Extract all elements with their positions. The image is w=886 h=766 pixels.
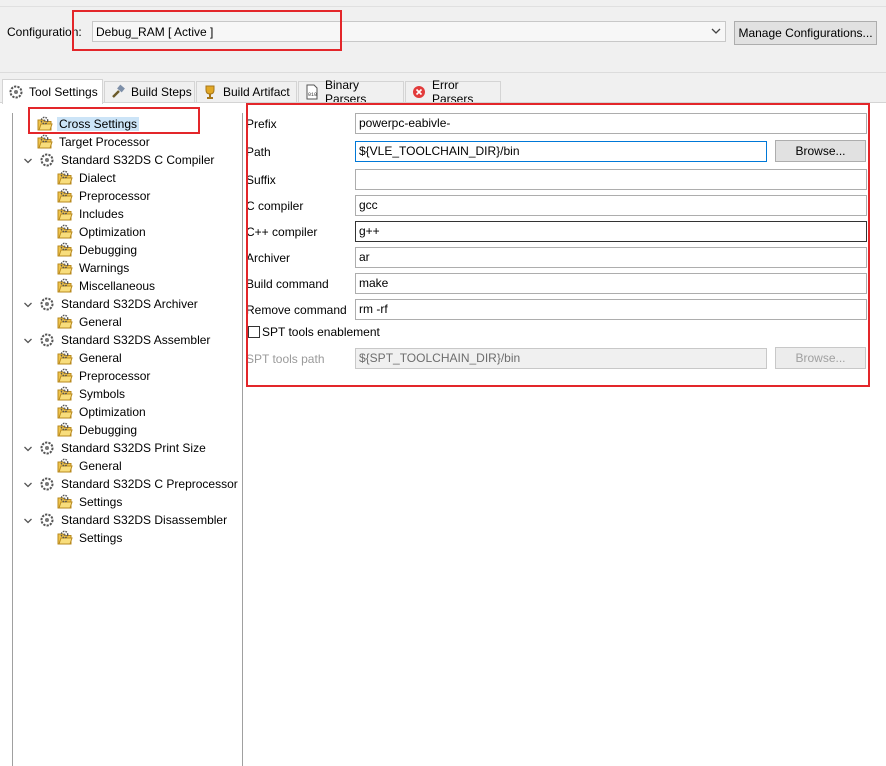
settings-folder-icon: [57, 350, 73, 366]
chevron-down-icon[interactable]: [23, 515, 33, 525]
tree-item[interactable]: Debugging: [57, 241, 139, 259]
tree-item-label: General: [79, 459, 122, 473]
tree-item[interactable]: Standard S32DS Print Size: [23, 439, 208, 457]
tab-label: Build Artifact: [223, 85, 290, 99]
tree-item[interactable]: Dialect: [57, 169, 118, 187]
tree-item-label: Standard S32DS Disassembler: [61, 513, 228, 527]
settings-folder-icon: [57, 530, 73, 546]
tree-item-label: Debugging: [79, 423, 138, 437]
settings-folder-icon: [57, 278, 73, 294]
chevron-down-icon[interactable]: [23, 155, 33, 165]
tab-build-steps[interactable]: Build Steps: [104, 81, 195, 102]
tab-build-artifact[interactable]: Build Artifact: [196, 81, 297, 102]
chevron-down-icon[interactable]: [23, 335, 33, 345]
tree-item[interactable]: Standard S32DS C Preprocessor: [23, 475, 240, 493]
tree-item-label: General: [79, 351, 122, 365]
settings-folder-icon: [57, 188, 73, 204]
tree-item-label: Standard S32DS C Compiler: [61, 153, 215, 167]
tree-item-label: Preprocessor: [79, 189, 151, 203]
tree-item[interactable]: Optimization: [57, 223, 148, 241]
tool-settings-icon: [8, 84, 24, 100]
tool-gear-icon: [39, 332, 55, 348]
build-steps-icon: [110, 84, 126, 100]
chevron-down-icon[interactable]: [23, 479, 33, 489]
tree-item[interactable]: Standard S32DS Assembler: [23, 331, 212, 349]
tree-item[interactable]: Preprocessor: [57, 367, 152, 385]
manage-configurations-button[interactable]: Manage Configurations...: [734, 21, 877, 45]
tree-item-label: Optimization: [79, 225, 146, 239]
tree-item[interactable]: Miscellaneous: [57, 277, 157, 295]
tab-label: Tool Settings: [29, 85, 98, 99]
tool-gear-icon: [39, 152, 55, 168]
tab-label: Build Steps: [131, 85, 192, 99]
tree-item[interactable]: Includes: [57, 205, 126, 223]
tree-item-label: Miscellaneous: [79, 279, 156, 293]
settings-folder-icon: [57, 494, 73, 510]
tree-item[interactable]: Standard S32DS Disassembler: [23, 511, 229, 529]
tree-item-label: Standard S32DS Archiver: [61, 297, 198, 311]
tool-gear-icon: [39, 512, 55, 528]
tree-item[interactable]: Settings: [57, 493, 124, 511]
tree-item-label: Standard S32DS C Preprocessor: [61, 477, 238, 491]
tree-item-label: Includes: [79, 207, 124, 221]
tab-binary-parsers[interactable]: 010 Binary Parsers: [298, 78, 404, 106]
tool-gear-icon: [39, 440, 55, 456]
tree-item-label: Settings: [79, 531, 123, 545]
tool-gear-icon: [39, 476, 55, 492]
tree-item-label: Debugging: [79, 243, 138, 257]
highlight-box-cross-settings: [28, 107, 200, 134]
tree-item[interactable]: Debugging: [57, 421, 139, 439]
tool-gear-icon: [39, 296, 55, 312]
tree-item[interactable]: General: [57, 313, 124, 331]
settings-folder-icon: [57, 386, 73, 402]
svg-text:010: 010: [308, 92, 317, 98]
tree-item-label: Preprocessor: [79, 369, 151, 383]
highlight-box-configuration: [72, 10, 342, 51]
chevron-down-icon: [710, 24, 722, 38]
chevron-down-icon[interactable]: [23, 299, 33, 309]
settings-folder-icon: [37, 134, 53, 150]
settings-folder-icon: [57, 368, 73, 384]
tree-item-label: Dialect: [79, 171, 116, 185]
settings-folder-icon: [57, 224, 73, 240]
tree-item-label: Settings: [79, 495, 123, 509]
tree-item[interactable]: General: [57, 457, 124, 475]
tree-item-label: Standard S32DS Assembler: [61, 333, 211, 347]
settings-folder-icon: [57, 242, 73, 258]
tree-item-label: Warnings: [79, 261, 130, 275]
tree-item[interactable]: Standard S32DS Archiver: [23, 295, 200, 313]
tree-item[interactable]: Symbols: [57, 385, 127, 403]
top-divider: [0, 6, 886, 7]
tree-item-label: General: [79, 315, 122, 329]
error-parsers-icon: [411, 84, 427, 100]
configuration-label: Configuration:: [7, 25, 82, 39]
settings-tree[interactable]: Cross Settings Target Processor Standard S…: [12, 113, 243, 766]
settings-folder-icon: [57, 458, 73, 474]
tree-item[interactable]: Warnings: [57, 259, 131, 277]
tree-item-label: Target Processor: [59, 135, 150, 149]
settings-folder-icon: [57, 422, 73, 438]
highlight-box-form: [246, 103, 870, 387]
settings-folder-icon: [57, 170, 73, 186]
tree-item-label: Symbols: [79, 387, 126, 401]
binary-parsers-icon: 010: [304, 84, 320, 100]
tabs-divider: [0, 72, 886, 73]
settings-folder-icon: [57, 314, 73, 330]
tree-item-label: Optimization: [79, 405, 146, 419]
settings-folder-icon: [57, 404, 73, 420]
settings-folder-icon: [57, 260, 73, 276]
chevron-down-icon[interactable]: [23, 443, 33, 453]
tab-error-parsers[interactable]: Error Parsers: [405, 78, 501, 106]
tree-item[interactable]: Target Processor: [37, 133, 152, 151]
tree-item[interactable]: Standard S32DS C Compiler: [23, 151, 216, 169]
tab-tool-settings[interactable]: Tool Settings: [2, 79, 103, 104]
settings-folder-icon: [57, 206, 73, 222]
tree-item[interactable]: Optimization: [57, 403, 148, 421]
build-artifact-icon: [202, 84, 218, 100]
tree-item[interactable]: Preprocessor: [57, 187, 152, 205]
tree-item[interactable]: General: [57, 349, 124, 367]
tree-item[interactable]: Settings: [57, 529, 124, 547]
tree-item-label: Standard S32DS Print Size: [61, 441, 206, 455]
